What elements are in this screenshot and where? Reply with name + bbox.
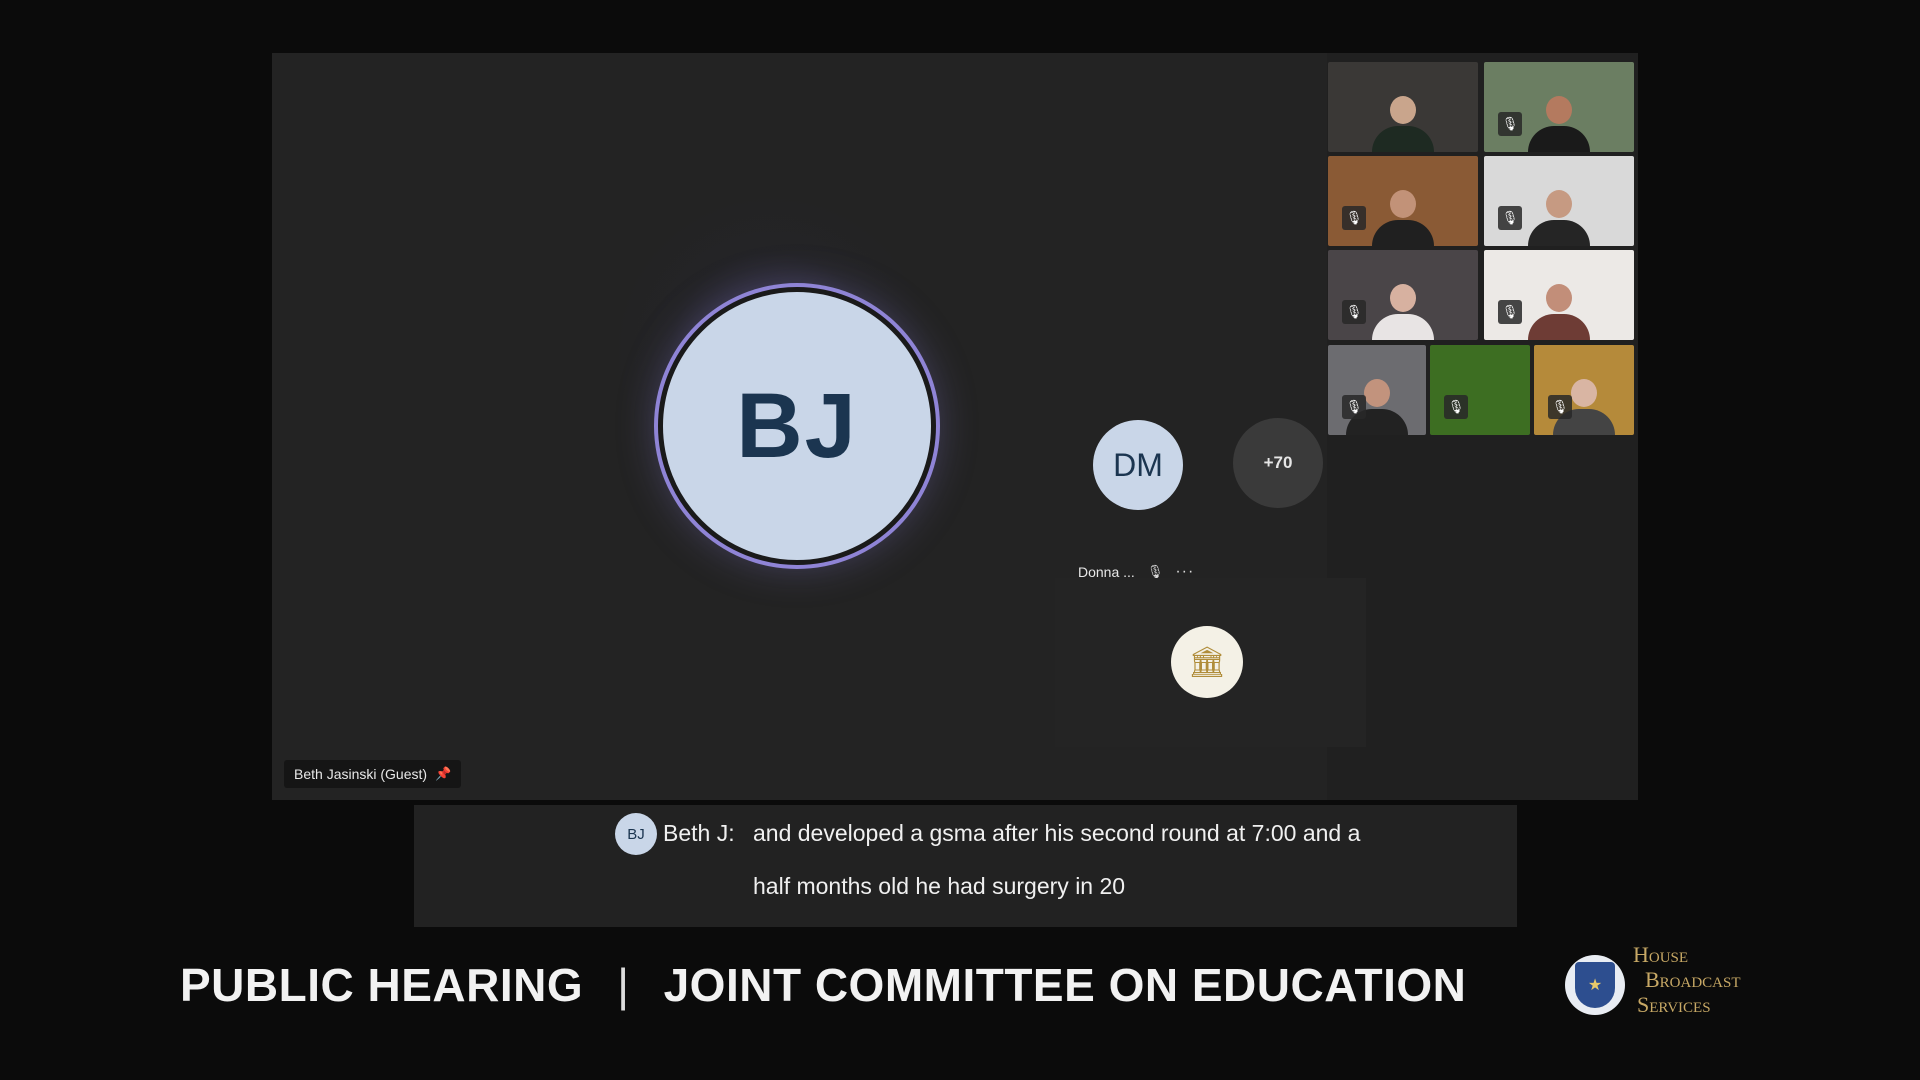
live-captions-panel: BJ Beth J: and developed a gsma after hi… xyxy=(414,805,1517,927)
caption-line-1: and developed a gsma after his second ro… xyxy=(753,820,1361,846)
broadcaster-line-1: House xyxy=(1633,942,1689,967)
caption-speaker-name: Beth J: xyxy=(663,820,735,846)
participant-video-tile[interactable] xyxy=(1328,62,1478,152)
mic-muted-icon: 🎙 xyxy=(1342,395,1366,419)
participant-head xyxy=(1364,379,1390,407)
mic-muted-icon: 🎙 xyxy=(1498,112,1522,136)
speaker-name-tag: Beth Jasinski (Guest) 📌 xyxy=(284,760,462,788)
participant-figure xyxy=(1528,96,1590,152)
participant-head xyxy=(1546,190,1572,218)
banner-left: PUBLIC HEARING xyxy=(180,959,584,1011)
participant-initials: DM xyxy=(1113,446,1163,483)
participant-head xyxy=(1571,379,1597,407)
participant-head xyxy=(1390,96,1416,124)
participant-figure xyxy=(1372,190,1434,246)
caption-speaker-avatar: BJ xyxy=(615,813,657,855)
participant-head xyxy=(1546,284,1572,312)
participant-torso xyxy=(1528,314,1590,340)
speaker-avatar: BJ xyxy=(658,287,936,565)
participant-video-tile[interactable]: 🎙 xyxy=(1430,345,1530,435)
banner-separator: | xyxy=(617,959,630,1011)
broadcaster-logo: House Broadcast Services xyxy=(1633,942,1741,1017)
caption-line-2: half months old he had surgery in 20 xyxy=(753,873,1126,899)
broadcaster-line-2: Broadcast xyxy=(1645,967,1741,992)
mic-muted-icon: 🎙 xyxy=(1342,300,1366,324)
participant-figure xyxy=(1528,190,1590,246)
speaker-name: Beth Jasinski (Guest) xyxy=(294,766,428,782)
participant-video-tile[interactable]: 🎙 xyxy=(1484,156,1634,246)
participant-torso xyxy=(1372,126,1434,152)
participant-figure xyxy=(1528,284,1590,340)
participant-head xyxy=(1546,96,1572,124)
participant-torso xyxy=(1372,314,1434,340)
seal-shield-icon: ★ xyxy=(1575,962,1615,1008)
participant-video-tile[interactable]: 🎙 xyxy=(1534,345,1634,435)
capitol-dome-logo-icon: 🏛 xyxy=(1171,626,1243,698)
pin-icon[interactable]: 📌 xyxy=(435,766,451,782)
state-seal-icon: ★ xyxy=(1565,955,1625,1015)
participant-video-tile[interactable]: 🎙 xyxy=(1484,62,1634,152)
participant-video-tile[interactable]: 🎙 xyxy=(1328,156,1478,246)
participant-video-tile[interactable]: 🎙 xyxy=(1328,345,1426,435)
participant-video-tile[interactable]: 🎙 xyxy=(1328,250,1478,340)
participant-torso xyxy=(1372,220,1434,246)
banner-right: JOINT COMMITTEE ON EDUCATION xyxy=(663,959,1467,1011)
participant-head xyxy=(1390,190,1416,218)
mic-muted-icon: 🎙 xyxy=(1548,395,1572,419)
participant-figure xyxy=(1372,96,1434,152)
participant-video-tile[interactable]: 🎙 xyxy=(1484,250,1634,340)
speaker-initials: BJ xyxy=(736,374,858,477)
participant-torso xyxy=(1528,220,1590,246)
mic-muted-icon: 🎙 xyxy=(1498,206,1522,230)
mic-muted-icon: 🎙 xyxy=(1444,395,1468,419)
broadcaster-line-3: Services xyxy=(1637,992,1711,1017)
participant-figure xyxy=(1372,284,1434,340)
mic-muted-icon: 🎙 xyxy=(1498,300,1522,324)
hearing-title-banner: PUBLIC HEARING | JOINT COMMITTEE ON EDUC… xyxy=(180,958,1466,1012)
mic-muted-icon: 🎙 xyxy=(1342,206,1366,230)
participant-torso xyxy=(1528,126,1590,152)
more-participants-button[interactable]: +70 xyxy=(1233,418,1323,508)
participant-head xyxy=(1390,284,1416,312)
participant-avatar-dm[interactable]: DM xyxy=(1093,420,1183,510)
